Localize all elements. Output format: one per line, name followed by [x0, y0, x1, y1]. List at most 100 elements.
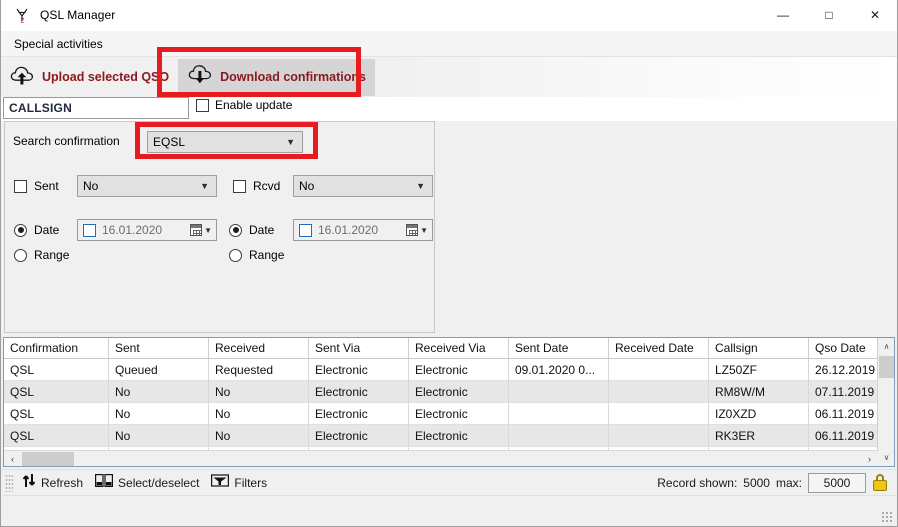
vertical-scrollbar[interactable]: ∧ ∨: [877, 338, 894, 466]
column-header-callsign[interactable]: Callsign: [709, 338, 809, 359]
chevron-down-icon: ▼: [416, 181, 425, 191]
sent-date-picker[interactable]: 16.01.2020 ▼: [77, 219, 217, 241]
rcvd-value: No: [299, 179, 315, 193]
sent-date-radio-label: Date: [34, 223, 60, 237]
sent-date-dropdown-button[interactable]: ▼: [190, 220, 212, 240]
column-header-received[interactable]: Received: [209, 338, 309, 359]
enable-update-checkbox-row[interactable]: Enable update: [196, 98, 292, 112]
rcvd-date-enable-checkbox[interactable]: [299, 223, 312, 237]
rcvd-checkbox-row[interactable]: Rcvd: [233, 179, 280, 193]
maximize-button[interactable]: □: [806, 0, 852, 31]
column-header-confirmation[interactable]: Confirmation: [4, 338, 109, 359]
table-cell: No: [209, 425, 309, 447]
table-cell: [509, 425, 609, 447]
rcvd-date-radio[interactable]: [229, 223, 242, 237]
download-confirmations-button[interactable]: Download confirmations: [178, 58, 375, 96]
callsign-input[interactable]: CALLSIGN: [3, 97, 189, 119]
sent-range-radio[interactable]: [14, 248, 27, 262]
toolbar-grip[interactable]: [5, 473, 13, 492]
lock-icon[interactable]: [872, 474, 888, 491]
sent-date-radio-row[interactable]: Date: [14, 223, 59, 237]
refresh-button[interactable]: Refresh: [16, 471, 89, 495]
cloud-upload-icon: [9, 63, 35, 92]
enable-update-checkbox[interactable]: [196, 98, 209, 112]
scroll-down-icon[interactable]: ∨: [878, 449, 894, 466]
scroll-up-icon[interactable]: ∧: [878, 338, 894, 355]
menu-item-special-activities[interactable]: Special activities: [6, 34, 111, 54]
table-cell: No: [209, 403, 309, 425]
table-cell: QSL: [4, 403, 109, 425]
table-cell: Requested: [209, 359, 309, 381]
refresh-label: Refresh: [41, 475, 84, 490]
column-header-qso-date[interactable]: Qso Date: [809, 338, 878, 359]
record-shown-value: 5000: [743, 475, 770, 490]
confirmations-table[interactable]: Confirmation Sent Received Sent Via Received…: [3, 337, 895, 467]
sent-date-radio[interactable]: [14, 223, 27, 237]
table-row[interactable]: QSL No No Electronic Electronic RK3ER 06.11.20…: [4, 425, 878, 447]
filters-label: Filters: [234, 475, 268, 490]
vertical-scroll-thumb[interactable]: [879, 356, 894, 378]
table-cell: QSL: [4, 359, 109, 381]
search-confirmation-label: Search confirmation: [13, 134, 120, 148]
bottom-toolbar: Refresh Select/deselect Filters Record s…: [2, 469, 896, 495]
column-header-sent-date[interactable]: Sent Date: [509, 338, 609, 359]
table-cell: [609, 425, 709, 447]
scroll-right-icon[interactable]: ›: [861, 451, 878, 467]
column-header-received-via[interactable]: Received Via: [409, 338, 509, 359]
filters-button[interactable]: Filters: [205, 471, 273, 495]
chevron-down-icon: ▼: [420, 225, 428, 235]
upload-selected-qso-label: Upload selected QSO: [42, 70, 170, 84]
sent-checkbox[interactable]: [14, 179, 27, 193]
table-cell: 07.11.2019: [809, 381, 878, 403]
sent-checkbox-row[interactable]: Sent: [14, 179, 59, 193]
close-button[interactable]: ✕: [852, 0, 898, 31]
table-cell: Electronic: [309, 403, 409, 425]
enable-update-label: Enable update: [215, 98, 293, 112]
title-bar: 2 QSL Manager — □ ✕: [0, 0, 898, 31]
rcvd-date-dropdown-button[interactable]: ▼: [406, 220, 428, 240]
table-row[interactable]: QSL No No Electronic Electronic IZ0XZD 06.11.2…: [4, 403, 878, 425]
select-deselect-icon: [95, 473, 114, 492]
table-cell: Electronic: [309, 425, 409, 447]
confirmation-type-select[interactable]: EQSL ▼: [147, 131, 303, 153]
rcvd-value-select[interactable]: No ▼: [293, 175, 433, 197]
table-cell: IZ0XZD: [709, 403, 809, 425]
table-cell: Electronic: [409, 359, 509, 381]
sent-range-radio-label: Range: [34, 248, 70, 262]
upload-selected-qso-button[interactable]: Upload selected QSO: [0, 59, 178, 96]
rcvd-range-radio[interactable]: [229, 248, 242, 262]
table-cell: [609, 403, 709, 425]
column-header-sent[interactable]: Sent: [109, 338, 209, 359]
sent-date-enable-checkbox[interactable]: [83, 223, 96, 237]
rcvd-checkbox[interactable]: [233, 179, 246, 193]
column-header-received-date[interactable]: Received Date: [609, 338, 709, 359]
toolbar-empty-area: [374, 56, 898, 98]
table-cell: [609, 381, 709, 403]
sent-value: No: [83, 179, 99, 193]
table-cell: 06.11.2019: [809, 425, 878, 447]
select-deselect-button[interactable]: Select/deselect: [89, 471, 205, 495]
rcvd-range-radio-row[interactable]: Range: [229, 248, 284, 262]
sent-range-radio-row[interactable]: Range: [14, 248, 69, 262]
sent-value-select[interactable]: No ▼: [77, 175, 217, 197]
horizontal-scroll-thumb[interactable]: [22, 451, 74, 466]
minimize-button[interactable]: —: [760, 0, 806, 31]
table-cell: LZ50ZF: [709, 359, 809, 381]
table-cell: Electronic: [409, 403, 509, 425]
table-row[interactable]: QSL No No Electronic Electronic RM8W/M 07.11.2…: [4, 381, 878, 403]
table-row[interactable]: QSL Queued Requested Electronic Electronic 09…: [4, 359, 878, 381]
rcvd-label: Rcvd: [253, 179, 281, 193]
rcvd-date-radio-row[interactable]: Date: [229, 223, 274, 237]
table-cell: 09.01.2020 0...: [509, 359, 609, 381]
max-records-input[interactable]: 5000: [808, 472, 866, 493]
table-cell: Electronic: [409, 381, 509, 403]
resize-grip[interactable]: [881, 511, 892, 522]
column-header-sent-via[interactable]: Sent Via: [309, 338, 409, 359]
table-cell: QSL: [4, 381, 109, 403]
scroll-left-icon[interactable]: ‹: [4, 451, 21, 467]
rcvd-date-picker[interactable]: 16.01.2020 ▼: [293, 219, 433, 241]
chevron-down-icon: ▼: [204, 225, 212, 235]
svg-text:2: 2: [20, 17, 24, 23]
horizontal-scrollbar[interactable]: ‹ ›: [4, 450, 878, 466]
table-cell: [609, 359, 709, 381]
